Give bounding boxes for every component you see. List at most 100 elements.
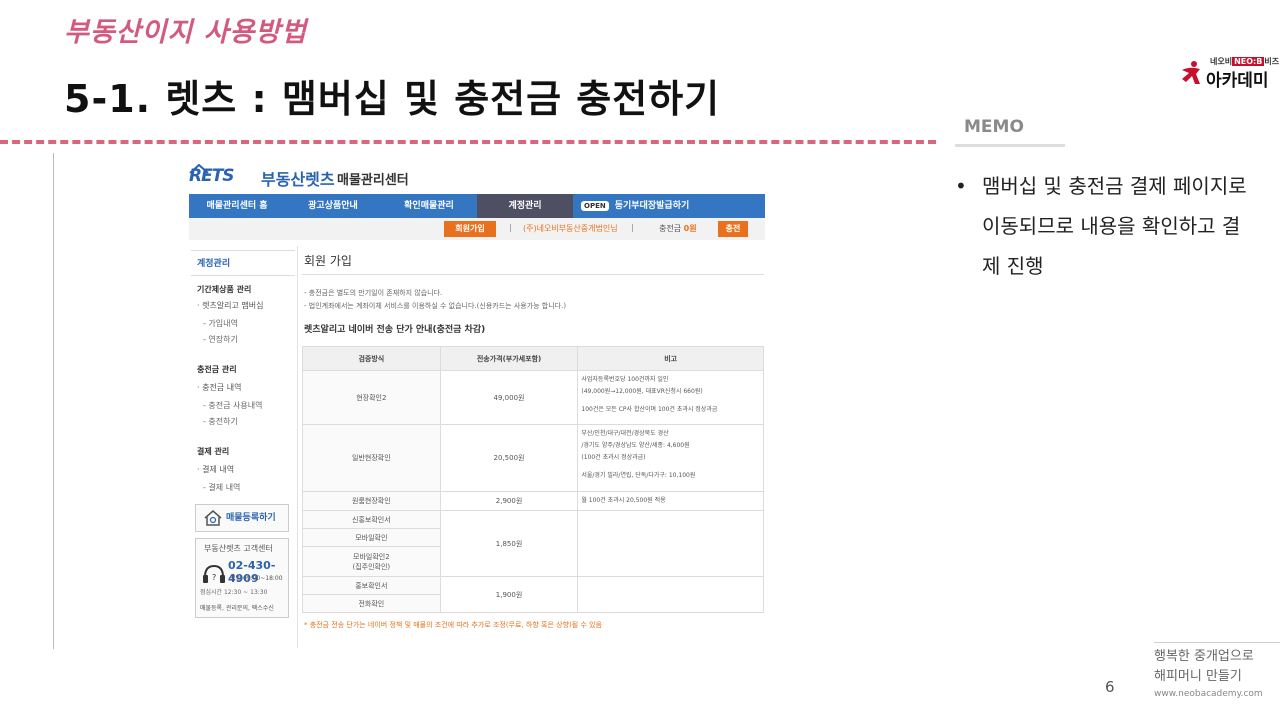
separator: | [631,223,634,232]
sidebar-item-charge-history[interactable]: · 충전금 내역 [197,382,241,393]
notice-expiry: - 충전금은 별도의 만기일이 존재하지 않습니다. [304,289,443,297]
sidebar-item-charge-now[interactable]: - 충전하기 [203,416,238,427]
sidebar-heading: 계정관리 [191,250,295,276]
headset-icon: ? [203,564,225,583]
method-cell: 전화확인 [302,594,441,613]
notice-corporate-account: - 법인계좌에서는 계좌이체 서비스를 이용하실 수 없습니다.(신용카드는 사… [304,302,567,310]
academy-logo: 네오비 NEO:B 비즈 아카데미 [1178,54,1279,91]
account-bar: 회원가입 | (주)네오비부동산중개법인님 | 충전금 0원 충전 [189,218,765,240]
nav-home[interactable]: 매물관리센터 홈 [189,194,285,218]
price-cell: 49,000원 [439,370,579,425]
note-cell [577,510,764,577]
note-line: 100건은 모든 CP사 합산이며 100건 초과시 정상과금 [581,406,718,413]
table-row: 신홍보확인서 1,850원 [302,510,764,577]
method-cell: 일반현장확인 [302,424,441,492]
note-line: (49,000원→12,000원, 대표VR신청시 660원) [581,388,703,395]
sidebar-item-charge-usage[interactable]: - 충전금 사용내역 [203,400,263,411]
signup-button[interactable]: 회원가입 [444,221,496,237]
note-line: 부산/인천/대구/대전/경상북도 경산 [581,430,669,437]
table-header-row: 검증방식 전송가격(부가세포함) 비고 [302,346,764,371]
charge-balance: 충전금 0원 [659,223,697,234]
memo-note: • 맴버십 및 충전금 결제 페이지로 이동되므로 내용을 확인하고 결제 진행 [955,166,1255,286]
customer-center: 부동산렛츠 고객센터 ? 02-430-4909 평일 09:00~18:00 … [195,538,289,618]
sidebar-item-payment-list[interactable]: - 결제 내역 [203,482,240,493]
running-figure-icon [1182,61,1200,84]
table-row: 일반현장확인 20,500원 부산/인천/대구/대전/경상북도 경산 /경기도 … [302,424,764,492]
charge-button[interactable]: 충전 [718,221,748,237]
site-brand: RETS 부동산렛츠 매물관리센터 [189,164,489,189]
cs-title: 부동산렛츠 고객센터 [204,544,273,553]
cs-hours-weekday: 평일 09:00~18:00 [230,575,283,582]
method-cell: 모바일확인2 (집주인확인) [302,546,441,577]
nav-account[interactable]: 계정관리 [477,194,573,218]
note-line: /경기도 양주/경상남도 양산/세종: 4,600원 [581,442,690,449]
memo-bullet: • [955,174,967,198]
sidebar-group-charge: 충전금 관리 [197,365,237,374]
table-row: 원룸현장확인 2,900원 월 100건 초과시 20,500원 적용 [302,491,764,511]
svg-text:?: ? [212,573,216,582]
method-cell: 현장확인2 [302,370,441,425]
nav-ad-products[interactable]: 광고상품안내 [285,194,381,218]
sidebar-group-period: 기간제상품 관리 [197,285,252,294]
note-line: (100건 초과시 정상과금) [581,454,646,461]
nav-registry[interactable]: OPEN 등기부대장발급하기 [573,194,765,218]
left-rule [53,153,54,649]
slide-title: 5-1. 렛츠 : 맴버십 및 충전금 충전하기 [64,77,721,121]
house-search-icon [204,510,222,526]
price-table: 검증방식 전송가격(부가세포함) 비고 현장확인2 49,000원 사업자등록번… [302,346,764,613]
cs-hours-lunch: 점심시간 12:30 ~ 13:30 [200,589,268,596]
price-cell: 1,850원 [439,510,579,577]
company-name: (주)네오비부동산중개법인님 [523,224,618,233]
account-sidebar: 계정관리 기간제상품 관리 · 렛츠알리고 맴버십 - 가입내역 - 연장하기 … [189,246,295,648]
price-cell: 20,500원 [439,424,579,492]
page-number: 6 [1105,678,1115,696]
slide-subtitle: 부동산이지 사용방법 [64,17,307,48]
table-header: 전송가격(부가세포함) [439,346,579,371]
register-listing-label: 매물등록하기 [226,513,276,523]
separator: | [509,223,512,232]
embedded-screenshot: RETS 부동산렛츠 매물관리센터 매물관리센터 홈 광고상품안내 확인매물관리… [189,160,765,648]
charge-value: 0원 [683,224,697,233]
charge-label: 충전금 [659,224,682,233]
price-footnote: * 충전금 전송 단가는 네이버 정책 및 매물의 조건에 따라 추가로 조정(… [304,621,602,629]
price-cell: 1,900원 [439,576,579,613]
nav-confirmed-listings[interactable]: 확인매물관리 [381,194,477,218]
main-nav: 매물관리센터 홈 광고상품안내 확인매물관리 계정관리 OPEN 등기부대장발급… [189,194,765,218]
table-header: 검증방식 [302,346,441,371]
table-row: 현장확인2 49,000원 사업자등록번호당 100건까지 일인 (49,000… [302,370,764,425]
note-cell: 월 100건 초과시 20,500원 적용 [577,491,764,511]
method-cell: 모바일확인 [302,528,441,547]
note-line: 사업자등록번호당 100건까지 일인 [581,376,669,383]
sidebar-item-membership[interactable]: · 렛츠알리고 맴버십 [197,300,264,311]
note-cell: 사업자등록번호당 100건까지 일인 (49,000원→12,000원, 대표V… [577,370,764,425]
note-cell [577,576,764,613]
sidebar-item-join-history[interactable]: - 가입내역 [203,318,238,329]
note-cell: 부산/인천/대구/대전/경상북도 경산 /경기도 양주/경상남도 양산/세종: … [577,424,764,492]
open-badge: OPEN [581,201,609,211]
dashed-divider [0,140,936,144]
method-cell: 신홍보확인서 [302,510,441,529]
method-cell: 홍보확인서 [302,576,441,595]
footer-slogan: 행복한 중개업으로 해피머니 만들기 www.neobacademy.com [1154,642,1280,712]
sidebar-item-payment-history[interactable]: · 결제 내역 [197,464,234,475]
content-title: 회원 가입 [304,254,352,268]
table-header: 비고 [577,346,764,371]
footer-line1: 행복한 중개업으로 [1154,649,1254,664]
memo-underline [955,144,1065,147]
footer-line2: 해피머니 만들기 [1154,669,1242,684]
price-section-title: 렛츠알리고 네이버 전송 단가 안내(충전금 차감) [304,325,486,335]
nav-registry-label: 등기부대장발급하기 [614,201,690,211]
table-row: 홍보확인서 1,900원 [302,576,764,613]
footer-url: www.neobacademy.com [1154,689,1263,699]
brand-logo-text: RETS [189,166,235,186]
logo-wordmark: 아카데미 [1206,71,1269,91]
price-cell: 2,900원 [439,491,579,511]
register-listing-button[interactable]: 매물등록하기 [195,504,289,532]
content-divider [302,274,764,275]
membership-content: 회원 가입 - 충전금은 별도의 만기일이 존재하지 않습니다. - 법인계좌에… [297,246,765,648]
memo-title: MEMO [964,117,1024,137]
note-line: 서울/경기 빌라/연립, 단독/다가구: 10,100원 [581,472,696,479]
brand-name: 부동산렛츠 [261,170,335,189]
sidebar-group-payment: 결제 관리 [197,447,230,456]
sidebar-item-extend[interactable]: - 연장하기 [203,334,238,345]
